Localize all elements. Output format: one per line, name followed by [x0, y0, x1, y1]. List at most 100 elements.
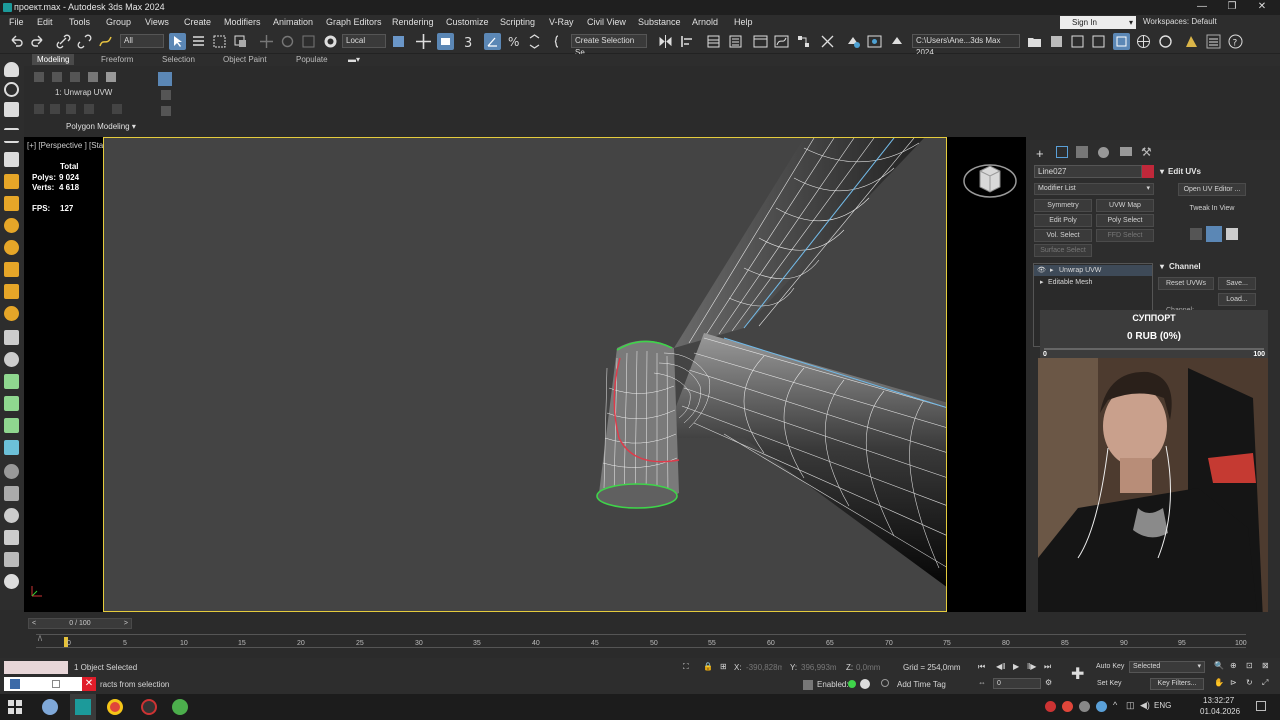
x-value[interactable]: -390,828m	[746, 663, 782, 672]
create-teapot-icon[interactable]	[4, 62, 19, 77]
tray-icon[interactable]	[1096, 701, 1107, 712]
project-folder-icon[interactable]	[1026, 33, 1043, 50]
set-key-button[interactable]: Set Key	[1097, 680, 1122, 687]
layer-explorer-icon[interactable]	[727, 33, 744, 50]
env-icon[interactable]	[4, 508, 19, 523]
zoom-all-icon[interactable]: ⊕	[1230, 661, 1237, 670]
time-tag-icon[interactable]	[860, 679, 870, 689]
selection-filter-dropdown[interactable]: All	[120, 34, 164, 48]
cube-cluster-icon[interactable]	[4, 486, 19, 501]
modify-tab-icon[interactable]	[1056, 146, 1068, 158]
menu-scripting[interactable]: Scripting	[500, 17, 535, 27]
edit-named-selection-icon[interactable]	[552, 33, 569, 50]
close-button[interactable]: ✕	[1248, 0, 1276, 15]
menu-create[interactable]: Create	[184, 17, 211, 27]
scale-icon[interactable]	[300, 33, 317, 50]
rect-selection-icon[interactable]	[211, 33, 228, 50]
render-icon[interactable]	[4, 530, 19, 545]
tab-freeform[interactable]: Freeform	[101, 55, 133, 64]
ribbon-side-icon[interactable]	[161, 106, 171, 116]
element-mode-icon[interactable]	[106, 72, 116, 82]
menu-tools[interactable]: Tools	[69, 17, 90, 27]
language-indicator[interactable]: ENG	[1154, 701, 1171, 710]
tab-populate[interactable]: Populate	[296, 55, 328, 64]
helper-icon[interactable]	[4, 284, 19, 299]
ribbon-options-icon[interactable]: ▬▾	[348, 55, 360, 64]
sync-icon[interactable]	[1157, 33, 1174, 50]
open-uv-editor-button[interactable]: Open UV Editor ...	[1178, 183, 1246, 196]
menu-edit[interactable]: Edit	[37, 17, 53, 27]
globe-icon[interactable]	[1135, 33, 1152, 50]
modifier-list-dropdown[interactable]: Modifier List ▾	[1034, 183, 1154, 195]
minimize-button[interactable]: —	[1188, 0, 1216, 15]
ball-icon[interactable]	[4, 464, 19, 479]
reset-uvws-button[interactable]: Reset UVWs	[1158, 277, 1214, 290]
active-toolbar-toggle[interactable]	[1113, 33, 1130, 50]
adaptive-degradation-icon[interactable]	[803, 680, 813, 690]
reference-coordinate-dropdown[interactable]: Local	[342, 34, 386, 48]
select-and-manipulate-icon[interactable]	[415, 33, 432, 50]
track-bar-icon[interactable]: /\	[38, 636, 42, 643]
z-value[interactable]: 0,0mm	[856, 663, 880, 672]
tray-app-icon[interactable]	[1045, 701, 1056, 712]
tab-modeling[interactable]: Modeling	[32, 54, 75, 65]
add-time-tag-button[interactable]: Add Time Tag	[897, 680, 946, 689]
volume-icon[interactable]: ◀)	[1140, 700, 1150, 711]
time-slider[interactable]: <0 / 100 >	[28, 618, 132, 629]
align-tool-icon[interactable]	[4, 196, 19, 211]
undo-icon[interactable]	[8, 33, 25, 50]
vertex-mode-icon[interactable]	[34, 72, 44, 82]
maximize-button[interactable]: ❐	[1218, 0, 1246, 15]
goto-end-icon[interactable]: ⏭	[1044, 662, 1051, 672]
symmetry-button[interactable]: Symmetry	[1034, 199, 1092, 212]
redo-icon[interactable]	[29, 33, 46, 50]
light-ies-icon[interactable]	[4, 262, 19, 277]
sign-in-dropdown[interactable]: Sign In ▾	[1060, 16, 1136, 29]
tab-object-paint[interactable]: Object Paint	[223, 55, 267, 64]
stack-item-unwrap-uvw[interactable]: 👁 ▸ Unwrap UVW	[1034, 265, 1152, 276]
spinner-snap-icon[interactable]	[526, 33, 543, 50]
zoom-extents-icon[interactable]: ⊡	[1246, 661, 1253, 670]
object-color-swatch[interactable]	[1142, 165, 1154, 178]
obs-icon[interactable]	[141, 699, 157, 715]
windows-start-icon[interactable]	[8, 700, 22, 714]
menu-views[interactable]: Views	[145, 17, 169, 27]
camera-icon[interactable]	[4, 102, 19, 117]
viewcube-widget[interactable]	[962, 157, 1018, 201]
isolate-icon[interactable]: ⛶	[683, 662, 689, 672]
tab-selection[interactable]: Selection	[162, 55, 195, 64]
lock-icon[interactable]: 🔒	[703, 662, 713, 671]
fov-icon[interactable]: ⊳	[1230, 678, 1237, 687]
menu-graph-editors[interactable]: Graph Editors	[326, 17, 382, 27]
ribbon-side-icon[interactable]	[158, 72, 172, 86]
rendered-frame-window-icon[interactable]	[866, 33, 883, 50]
orbit-view-icon[interactable]: ↻	[1246, 678, 1253, 687]
toolbar-icon-a[interactable]	[1048, 33, 1065, 50]
uv-tool-icon[interactable]	[1190, 228, 1202, 240]
stack-item-editable-mesh[interactable]: ▸ Editable Mesh	[1034, 277, 1152, 288]
shape-tool-icon[interactable]	[4, 174, 19, 189]
uv-tool-icon[interactable]	[1226, 228, 1238, 240]
workspaces-selector[interactable]: Workspaces: Default	[1143, 17, 1217, 26]
ribbon-panel-label[interactable]: Polygon Modeling ▾	[66, 122, 136, 131]
clock-time[interactable]: 13:32:27	[1203, 696, 1234, 705]
bind-spacewarp-icon[interactable]	[97, 33, 114, 50]
scene-explorer-icon[interactable]	[705, 33, 722, 50]
object-name-field[interactable]: Line027	[1034, 165, 1142, 178]
tag-icon[interactable]	[881, 679, 889, 687]
placement-icon[interactable]	[322, 33, 339, 50]
current-frame-field[interactable]: 0	[993, 678, 1041, 689]
uv-tool-active-icon[interactable]	[1206, 226, 1222, 242]
taskbar-3dsmax-button[interactable]	[70, 694, 96, 720]
menu-vray[interactable]: V-Ray	[549, 17, 574, 27]
menu-animation[interactable]: Animation	[273, 17, 313, 27]
keyboard-shortcut-toggle[interactable]	[437, 33, 454, 50]
render-production-icon[interactable]	[888, 33, 905, 50]
key-filters-button[interactable]: Key Filters...	[1150, 678, 1204, 690]
play-icon[interactable]: ▶	[1013, 662, 1019, 671]
ribbon-tool-icon[interactable]	[50, 104, 60, 114]
foliage-icon[interactable]	[4, 374, 19, 389]
y-value[interactable]: 396,993m	[801, 663, 837, 672]
time-config-icon[interactable]: ⚙	[1045, 678, 1052, 687]
light-tool-icon[interactable]	[4, 240, 19, 255]
